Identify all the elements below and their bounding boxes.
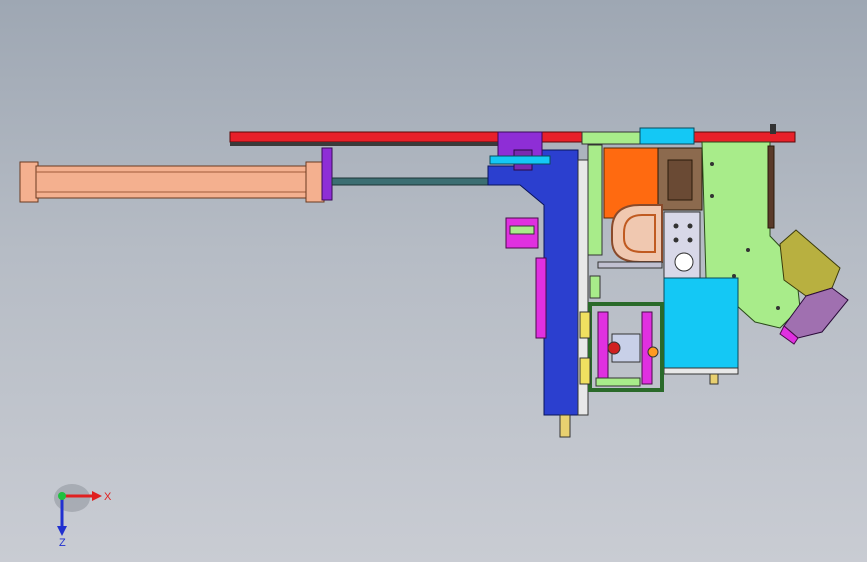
- lower-orange-gear[interactable]: [647, 346, 659, 358]
- cylinder-end-cap-right[interactable]: [305, 161, 325, 203]
- side-pink-plate[interactable]: [535, 257, 547, 339]
- plate-hole-2: [687, 223, 693, 229]
- yellow-sensor-2[interactable]: [579, 357, 591, 385]
- green-plate-hole-3: [746, 248, 750, 252]
- cyan-block-base[interactable]: [663, 367, 739, 375]
- z-axis-label: Z: [59, 537, 66, 548]
- lower-pink-rail-left[interactable]: [597, 311, 609, 385]
- yellow-sensor-1[interactable]: [579, 311, 591, 339]
- blue-frame[interactable]: [487, 149, 579, 416]
- green-side-column[interactable]: [587, 144, 603, 256]
- cyan-header-block[interactable]: [639, 127, 695, 145]
- plate-hole-4: [687, 237, 693, 243]
- brown-block-slot: [667, 159, 693, 201]
- side-cylinder-cap[interactable]: [509, 225, 535, 235]
- green-plate-hole-4: [732, 274, 736, 278]
- plate-center-hole: [674, 252, 694, 272]
- green-plate-hole-5: [776, 306, 780, 310]
- small-gray-bracket[interactable]: [597, 261, 663, 269]
- top-right-post[interactable]: [770, 124, 776, 134]
- green-plate-hole-1: [710, 162, 714, 166]
- lower-base-plate[interactable]: [595, 377, 641, 387]
- x-axis-label: X: [104, 491, 112, 503]
- plate-hole-1: [673, 223, 679, 229]
- axis-triad: X Z: [54, 484, 112, 548]
- piston-rod[interactable]: [331, 177, 493, 186]
- cyan-block[interactable]: [663, 277, 739, 371]
- cylinder-end-cap-left[interactable]: [19, 161, 39, 203]
- frame-cyan-strip[interactable]: [489, 155, 551, 165]
- cyan-block-connector: [709, 373, 719, 385]
- y-axis-dot: [58, 492, 66, 500]
- green-header-block[interactable]: [581, 131, 643, 145]
- cad-viewport[interactable]: X Z: [0, 0, 867, 562]
- top-rail-underside: [230, 142, 500, 146]
- assembly-model[interactable]: [0, 0, 867, 562]
- frame-bottom-pin[interactable]: [559, 414, 571, 438]
- z-axis-arrow: [57, 526, 67, 536]
- x-axis-arrow: [92, 491, 102, 501]
- plate-hole-3: [673, 237, 679, 243]
- green-plate-hole-2: [710, 194, 714, 198]
- cylinder-mount-purple[interactable]: [321, 147, 333, 201]
- small-green-sensor[interactable]: [589, 275, 601, 299]
- green-plate-right-bar[interactable]: [767, 145, 775, 229]
- cylinder-barrel[interactable]: [35, 165, 309, 199]
- lower-red-knob[interactable]: [607, 341, 621, 355]
